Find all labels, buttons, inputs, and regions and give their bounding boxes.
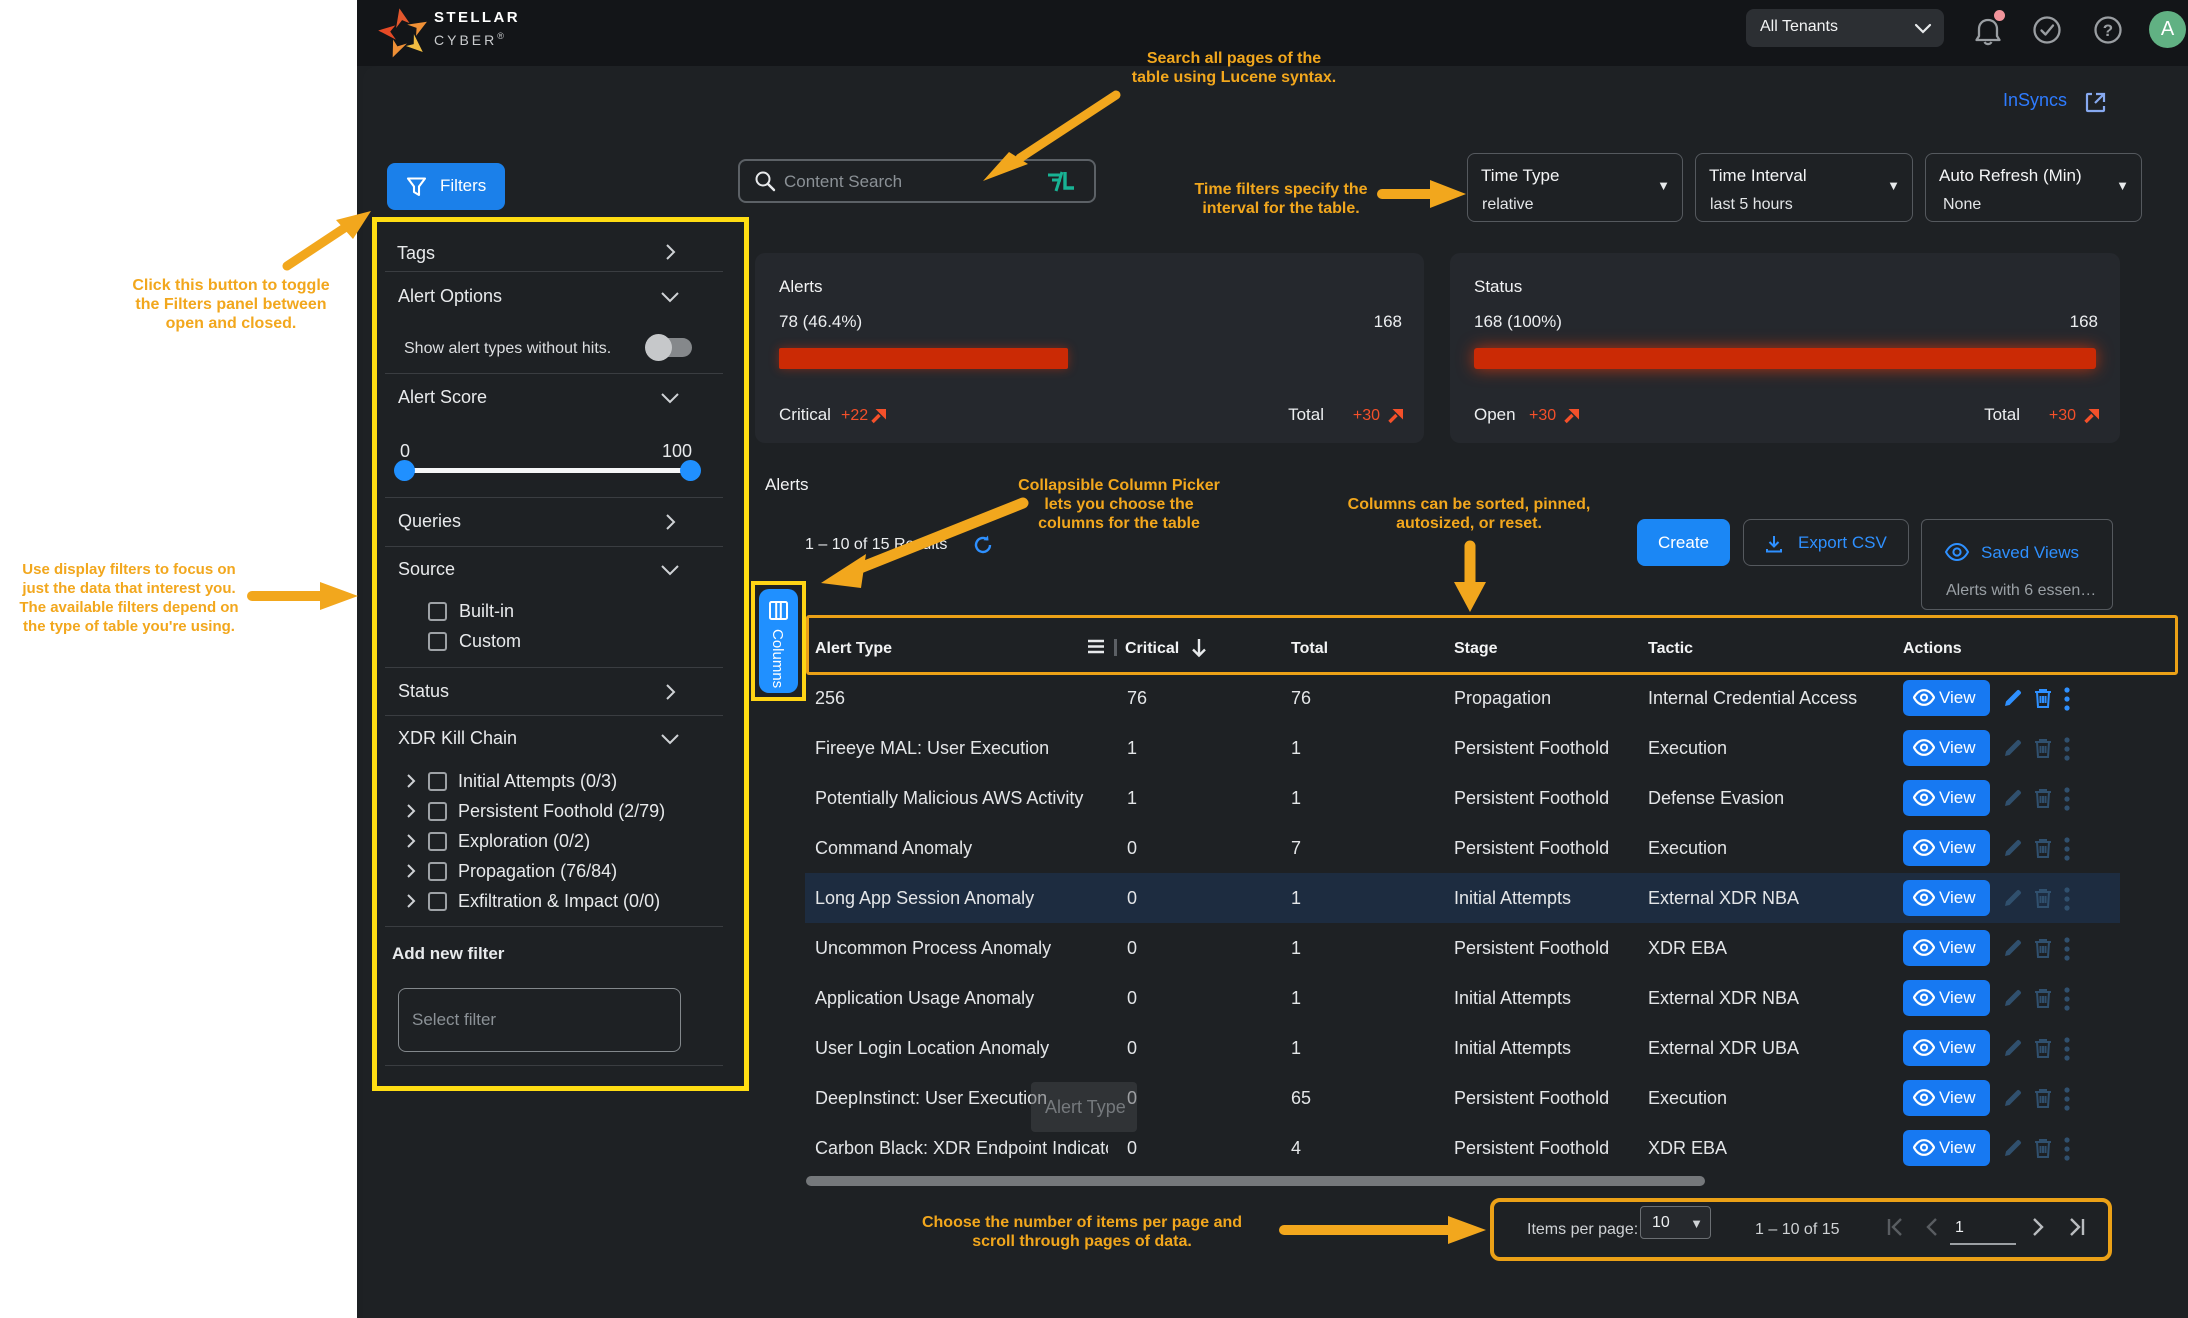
svg-text:?: ? xyxy=(2103,21,2113,40)
